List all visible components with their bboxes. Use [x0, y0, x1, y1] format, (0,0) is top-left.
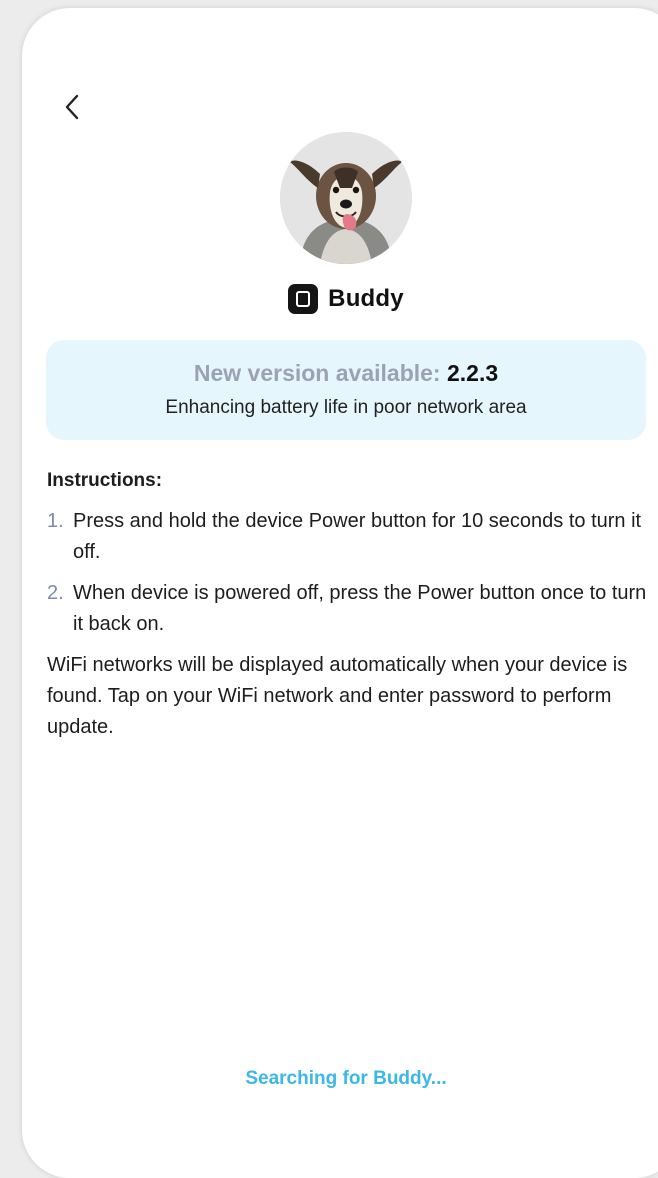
pet-avatar — [280, 132, 412, 264]
device-header: Buddy — [22, 284, 658, 314]
version-line: New version available: 2.2.3 — [46, 360, 646, 387]
search-status: Searching for Buddy... — [245, 1068, 447, 1089]
version-label: New version available: — [193, 360, 441, 386]
step-text: Press and hold the device Power button f… — [73, 510, 642, 563]
version-description: Enhancing battery life in poor network a… — [165, 397, 527, 418]
instructions-section: Instructions: 1. Press and hold the devi… — [47, 470, 647, 763]
update-screen: Buddy New version available: 2.2.3 Enhan… — [22, 8, 658, 1178]
chevron-left-icon — [65, 94, 79, 120]
step-number: 1. — [47, 510, 64, 532]
instructions-list: 1. Press and hold the device Power butto… — [47, 506, 647, 640]
update-banner: New version available: 2.2.3 Enhancing b… — [46, 340, 646, 440]
wifi-note: WiFi networks will be displayed automati… — [47, 654, 628, 738]
step-text: When device is powered off, press the Po… — [73, 582, 647, 635]
instruction-step: 1. Press and hold the device Power butto… — [47, 506, 647, 568]
version-number: 2.2.3 — [446, 360, 499, 386]
instructions-title: Instructions: — [47, 470, 163, 491]
step-number: 2. — [47, 582, 64, 604]
dog-avatar-image — [280, 132, 412, 264]
device-name: Buddy — [328, 285, 404, 312]
back-button[interactable] — [56, 90, 90, 124]
device-icon — [288, 284, 319, 314]
instruction-step: 2. When device is powered off, press the… — [47, 578, 647, 640]
